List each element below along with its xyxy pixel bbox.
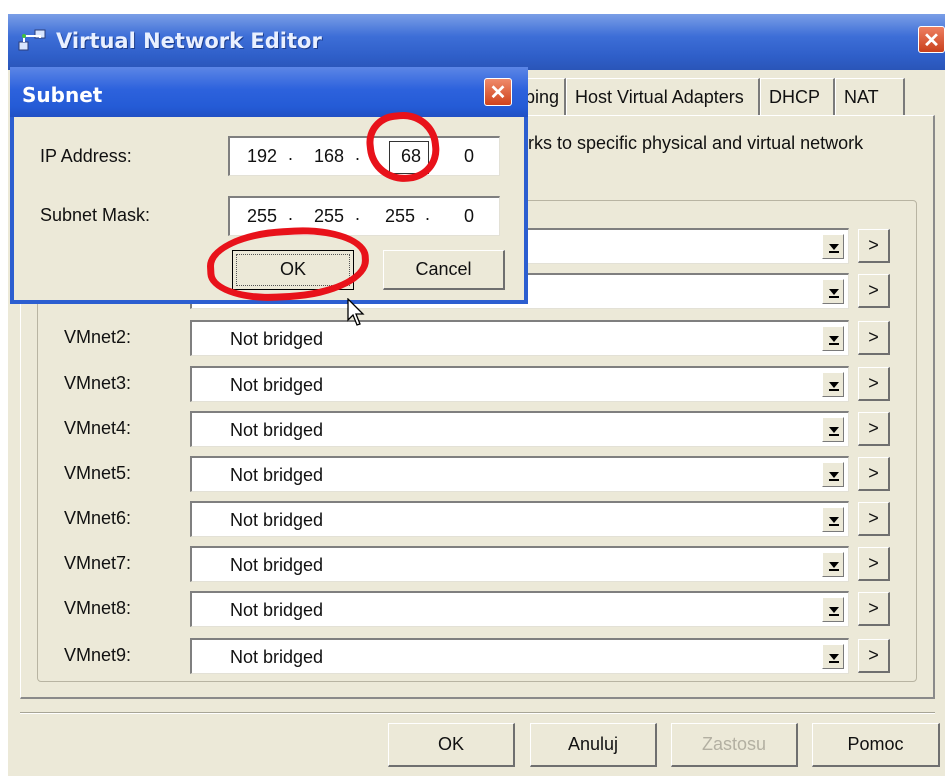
vmnet-value: Not bridged — [230, 329, 324, 349]
tab-dhcp[interactable]: DHCP — [760, 78, 835, 116]
ip-octet-2[interactable]: 168 — [309, 146, 349, 167]
vmnet-value: Not bridged — [230, 600, 324, 620]
ok-button[interactable]: OK — [388, 723, 515, 767]
tab-bridging[interactable]: ping — [522, 78, 566, 116]
vmnet6-select[interactable]: Not bridged — [190, 501, 849, 537]
vmnet5-select[interactable]: Not bridged — [190, 456, 849, 492]
bridging-description: rks to specific physical and virtual net… — [528, 133, 864, 153]
vmnet9-select[interactable]: Not bridged — [190, 638, 849, 674]
mask-octet-3[interactable]: 255 — [380, 206, 420, 227]
vmnet4-select[interactable]: Not bridged — [190, 411, 849, 447]
tab-label: ping — [525, 87, 560, 107]
chevron-down-icon[interactable] — [822, 552, 844, 577]
subnet-dialog-title: Subnet — [22, 83, 103, 107]
vmnet8-select[interactable]: Not bridged — [190, 591, 849, 627]
vmnet1-more-button[interactable]: > — [858, 274, 890, 308]
vmnet-value: Not bridged — [230, 375, 324, 395]
vmnet3-label: VMnet3: — [64, 373, 132, 393]
tab-label: DHCP — [769, 87, 821, 107]
chevron-down-icon[interactable] — [822, 326, 844, 351]
subnet-cancel-button[interactable]: Cancel — [383, 250, 505, 290]
vmnet0-more-button[interactable]: > — [858, 229, 890, 263]
chevron-down-icon[interactable] — [822, 644, 844, 669]
vmnet4-more-button[interactable]: > — [858, 412, 890, 446]
tab-label: NAT — [844, 87, 879, 107]
vmnet2-more-button[interactable]: > — [858, 321, 890, 355]
vmnet6-label: VMnet6: — [64, 508, 132, 528]
tab-label: Host Virtual Adapters — [575, 87, 744, 107]
chevron-down-icon[interactable] — [822, 372, 844, 397]
chevron-down-icon[interactable] — [822, 417, 844, 442]
mask-octet-2[interactable]: 255 — [309, 206, 349, 227]
mask-dot: . — [355, 204, 361, 224]
vmnet-value: Not bridged — [230, 465, 324, 485]
ip-address-label: IP Address: — [40, 146, 132, 166]
vmnet7-label: VMnet7: — [64, 553, 132, 573]
close-icon: ✕ — [923, 30, 940, 52]
subnet-mask-label: Subnet Mask: — [40, 205, 151, 225]
footer-separator — [20, 712, 935, 714]
chevron-down-icon[interactable] — [822, 597, 844, 622]
mouse-cursor-icon — [346, 297, 368, 328]
mask-dot: . — [425, 204, 431, 224]
chevron-down-icon[interactable] — [822, 234, 844, 259]
vmnet2-select[interactable]: Not bridged — [190, 320, 849, 356]
apply-button[interactable]: Zastosu — [671, 723, 798, 767]
chevron-down-icon[interactable] — [822, 462, 844, 487]
subnet-close-button[interactable]: ✕ — [484, 78, 512, 106]
vmnet-value: Not bridged — [230, 647, 324, 667]
ip-octet-4[interactable]: 0 — [449, 146, 489, 167]
vmnet9-label: VMnet9: — [64, 645, 132, 665]
main-window-title: Virtual Network Editor — [56, 29, 322, 53]
vmnet8-more-button[interactable]: > — [858, 592, 890, 626]
vmnet7-select[interactable]: Not bridged — [190, 546, 849, 582]
vmnet7-more-button[interactable]: > — [858, 547, 890, 581]
network-icon — [17, 28, 49, 54]
vmnet-value: Not bridged — [230, 420, 324, 440]
vmnet8-label: VMnet8: — [64, 598, 132, 618]
vmnet6-more-button[interactable]: > — [858, 502, 890, 536]
chevron-down-icon[interactable] — [822, 507, 844, 532]
vmnet-value: Not bridged — [230, 510, 324, 530]
cancel-button[interactable]: Anuluj — [530, 723, 657, 767]
ip-dot: . — [355, 144, 361, 164]
vmnet3-more-button[interactable]: > — [858, 367, 890, 401]
vmnet3-select[interactable]: Not bridged — [190, 366, 849, 402]
vmnet5-label: VMnet5: — [64, 463, 132, 483]
mask-octet-1[interactable]: 255 — [242, 206, 282, 227]
vmnet4-label: VMnet4: — [64, 418, 132, 438]
vmnet9-more-button[interactable]: > — [858, 639, 890, 673]
ip-dot: . — [288, 144, 294, 164]
ip-octet-1[interactable]: 192 — [242, 146, 282, 167]
tab-host-virtual-adapters[interactable]: Host Virtual Adapters — [566, 78, 760, 116]
help-button[interactable]: Pomoc — [812, 723, 940, 767]
chevron-down-icon[interactable] — [822, 279, 844, 304]
vmnet-value: Not bridged — [230, 555, 324, 575]
vmnet5-more-button[interactable]: > — [858, 457, 890, 491]
close-icon: ✕ — [489, 82, 507, 104]
ip-address-field[interactable]: 192 . 168 . 68 0 — [228, 136, 500, 176]
mask-dot: . — [288, 204, 294, 224]
mask-octet-4[interactable]: 0 — [449, 206, 489, 227]
tab-nat[interactable]: NAT — [835, 78, 905, 116]
vmnet2-label: VMnet2: — [64, 327, 132, 347]
main-close-button[interactable]: ✕ — [918, 26, 945, 53]
